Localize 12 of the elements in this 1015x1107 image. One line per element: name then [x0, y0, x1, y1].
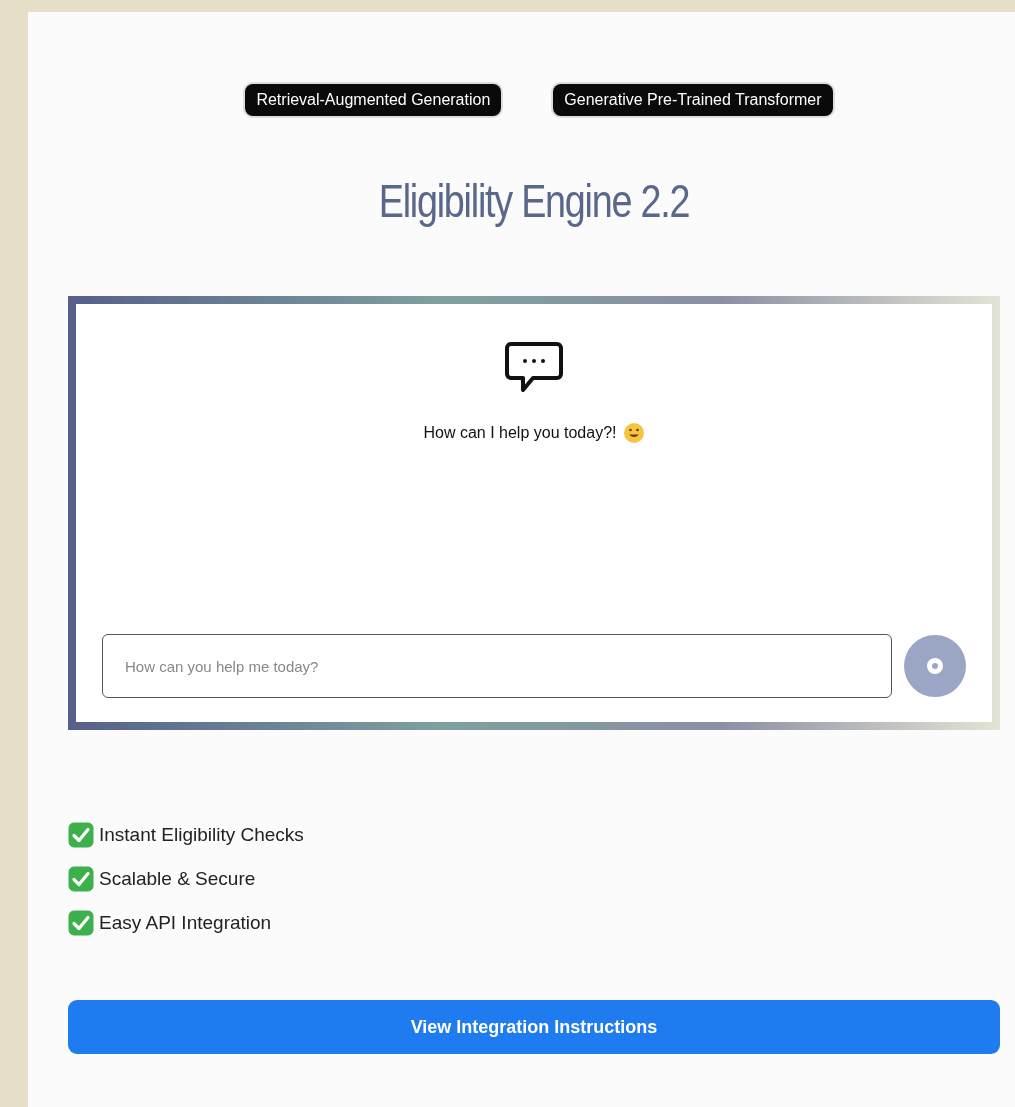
page-title: Eligibility Engine 2.2: [377, 174, 691, 228]
feature-text: Easy API Integration: [99, 912, 272, 934]
smiley-icon: [622, 422, 645, 444]
greeting-text: How can I help you today?!: [423, 424, 617, 442]
message-input[interactable]: How can you help me today?: [102, 634, 892, 698]
tag-label: Generative Pre-Trained Transformer: [553, 84, 833, 116]
feature-text: Instant Eligibility Checks: [99, 824, 304, 846]
tag-label: Retrieval-Augmented Generation: [245, 84, 502, 116]
circle-dot-icon: [925, 656, 945, 676]
feature-text: Scalable & Secure: [99, 868, 256, 890]
integration-instructions-button[interactable]: View Integration Instructions: [68, 1000, 1000, 1054]
speech-bubble-icon: [503, 340, 565, 394]
